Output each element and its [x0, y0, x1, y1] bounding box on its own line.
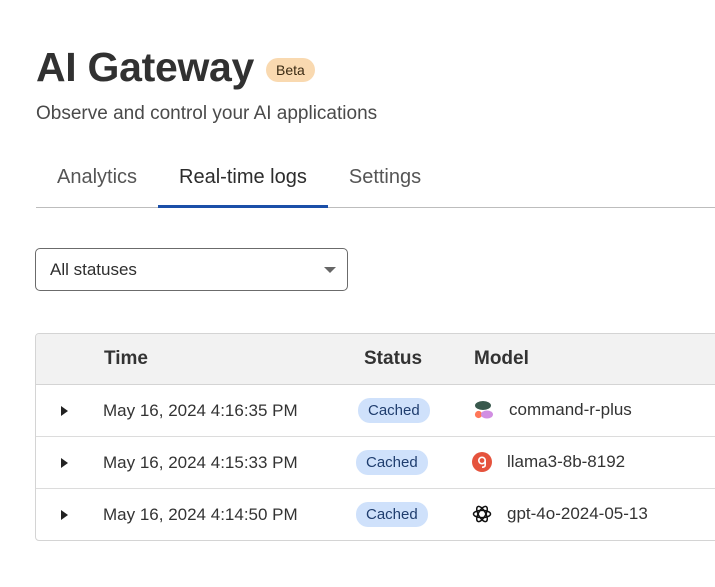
groq-icon	[472, 452, 492, 472]
model-name: llama3-8b-8192	[507, 452, 626, 471]
expand-row-icon[interactable]	[61, 458, 68, 468]
tab-bar: Analytics Real-time logs Settings	[36, 158, 715, 208]
page-subtitle: Observe and control your AI applications	[36, 103, 378, 124]
status-filter-select[interactable]: All statuses	[35, 248, 348, 291]
tab-settings[interactable]: Settings	[328, 158, 442, 199]
table-row[interactable]: May 16, 2024 4:14:50 PM Cached gpt-4o-20…	[36, 489, 715, 540]
page-title: AI Gateway	[36, 44, 255, 90]
column-header-status[interactable]: Status	[364, 348, 422, 370]
cohere-icon	[474, 401, 493, 419]
status-badge: Cached	[358, 398, 430, 423]
expand-row-icon[interactable]	[61, 406, 68, 416]
status-badge: Cached	[356, 502, 428, 527]
table-header: Time Status Model	[36, 334, 715, 385]
column-header-time[interactable]: Time	[104, 348, 148, 370]
tab-real-time-logs[interactable]: Real-time logs	[158, 158, 328, 208]
model-name: command-r-plus	[509, 400, 632, 419]
tab-analytics[interactable]: Analytics	[36, 158, 158, 199]
status-filter-value: All statuses	[50, 259, 137, 279]
beta-badge: Beta	[266, 58, 315, 82]
openai-icon	[472, 505, 492, 523]
chevron-down-icon	[324, 267, 336, 273]
expand-row-icon[interactable]	[61, 510, 68, 520]
column-header-model[interactable]: Model	[474, 348, 529, 370]
log-time: May 16, 2024 4:15:33 PM	[103, 453, 298, 472]
logs-table: Time Status Model May 16, 2024 4:16:35 P…	[35, 333, 715, 541]
status-badge: Cached	[356, 450, 428, 475]
log-time: May 16, 2024 4:14:50 PM	[103, 505, 298, 524]
table-row[interactable]: May 16, 2024 4:15:33 PM Cached llama3-8b…	[36, 437, 715, 489]
log-time: May 16, 2024 4:16:35 PM	[103, 401, 298, 420]
table-row[interactable]: May 16, 2024 4:16:35 PM Cached command-r…	[36, 385, 715, 437]
model-name: gpt-4o-2024-05-13	[507, 504, 648, 523]
page-header: AI Gateway Beta	[36, 44, 315, 90]
